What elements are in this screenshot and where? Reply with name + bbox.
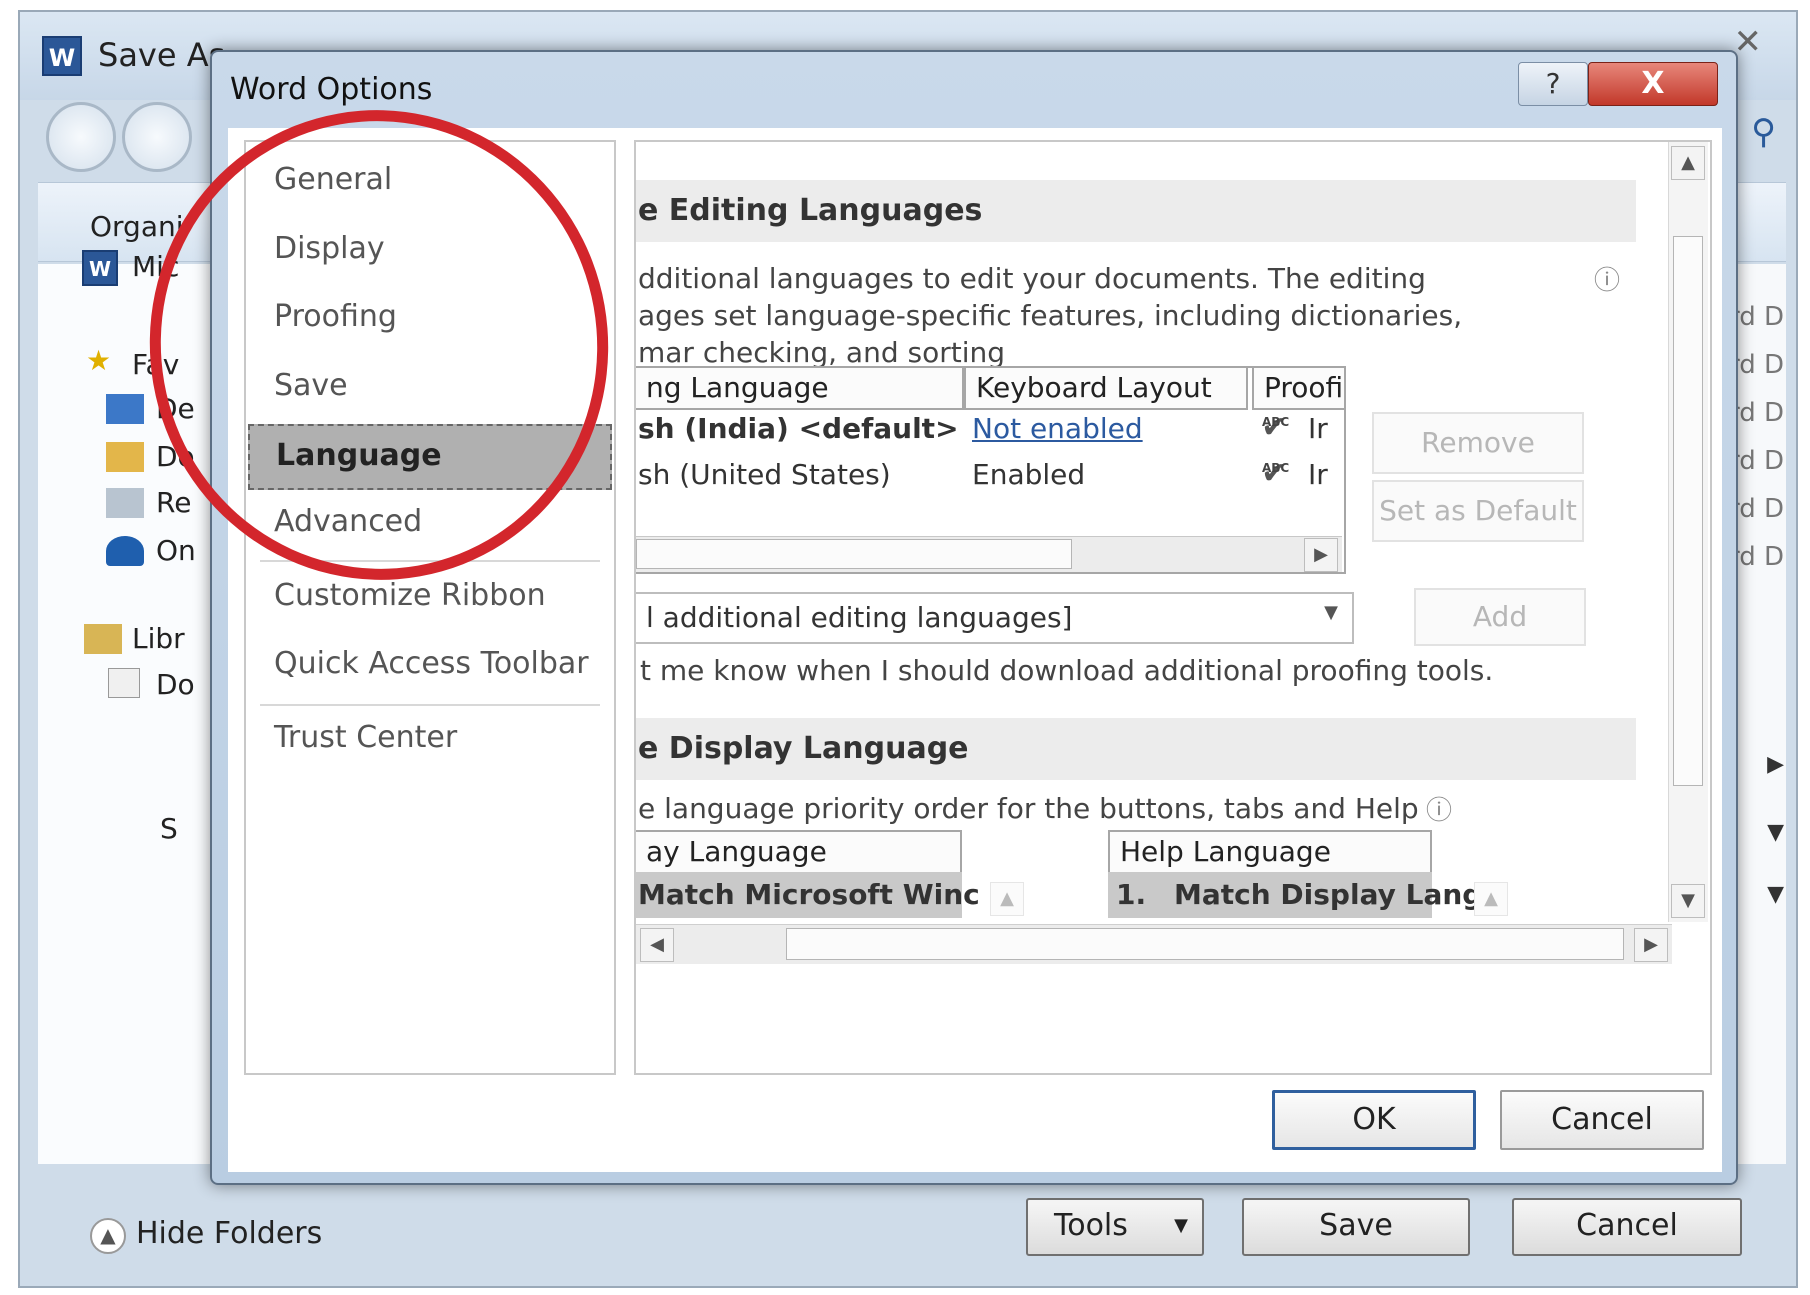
display-language-heading: e Display Language xyxy=(636,718,1636,780)
dialog-body: General Display Proofing Save Language A… xyxy=(228,128,1722,1172)
panel-horizontal-scrollbar[interactable]: ◀ ▶ xyxy=(636,924,1672,964)
set-as-default-button[interactable]: Set as Default xyxy=(1372,480,1584,542)
row-keyboard: Enabled xyxy=(972,458,1086,491)
desktop-icon xyxy=(106,394,144,424)
list-item[interactable]: Match Microsoft Winc xyxy=(636,872,980,918)
tools-label: Tools xyxy=(1054,1208,1128,1243)
chevron-down-icon: ▼ xyxy=(1174,1215,1188,1236)
nav-display[interactable]: Display xyxy=(274,231,385,266)
nav-proofing[interactable]: Proofing xyxy=(274,299,397,334)
libraries-icon xyxy=(84,624,122,654)
nav-divider xyxy=(260,560,600,562)
nav-trust-center[interactable]: Trust Center xyxy=(274,720,457,755)
scroll-right-icon[interactable]: ▶ xyxy=(1304,538,1338,572)
info-icon[interactable]: ⓘ xyxy=(1594,260,1620,297)
nav-language[interactable]: Language xyxy=(248,424,612,490)
back-forward-buttons[interactable] xyxy=(46,102,206,182)
scroll-left-icon[interactable]: ◀ xyxy=(640,928,674,962)
editing-description-line: ages set language-specific features, inc… xyxy=(638,299,1463,332)
column-header-help-language: Help Language xyxy=(1108,830,1432,874)
ok-button[interactable]: OK xyxy=(1272,1090,1476,1150)
nav-quick-access-toolbar[interactable]: Quick Access Toolbar xyxy=(274,646,589,681)
scroll-down-icon[interactable]: ▼ xyxy=(1671,884,1705,918)
hide-folders-button[interactable]: Hide Folders xyxy=(136,1216,322,1251)
onedrive-icon xyxy=(106,536,144,566)
options-navigation: General Display Proofing Save Language A… xyxy=(244,140,616,1075)
spelling-check-icon: ABC ✔ xyxy=(1261,456,1290,491)
row-language: sh (United States) xyxy=(638,458,891,491)
editing-description-line: mar checking, and sorting xyxy=(638,336,1006,369)
back-button[interactable] xyxy=(46,102,116,172)
close-button[interactable]: X xyxy=(1588,62,1718,106)
spelling-check-icon: ABC ✔ xyxy=(1261,410,1290,445)
nav-save[interactable]: Save xyxy=(274,368,348,403)
row-language: sh (India) <default> xyxy=(638,412,959,445)
horizontal-scrollbar[interactable]: ▶ xyxy=(636,536,1342,572)
nav-general[interactable]: General xyxy=(274,162,392,197)
nav-item-favorites[interactable]: Fav xyxy=(132,348,179,381)
nav-advanced[interactable]: Advanced xyxy=(274,504,422,539)
nav-item-documents[interactable]: Do xyxy=(156,668,195,701)
add-language-dropdown[interactable]: l additional editing languages] ▼ xyxy=(636,592,1354,644)
star-icon: ★ xyxy=(86,344,112,377)
panel-vertical-scrollbar[interactable]: ▲ ▼ xyxy=(1668,142,1708,922)
remove-button[interactable]: Remove xyxy=(1372,412,1584,474)
word-options-dialog: Word Options ? X General Display Proofin… xyxy=(210,50,1738,1185)
nav-customize-ribbon[interactable]: Customize Ribbon xyxy=(274,578,546,613)
scrollbar-thumb[interactable] xyxy=(636,539,1072,569)
chevron-down-icon: ▼ xyxy=(1324,602,1338,623)
column-header-language[interactable]: ng Language xyxy=(636,366,964,410)
nav-item-downloads[interactable]: Do xyxy=(156,440,195,473)
recent-places-icon xyxy=(106,488,144,518)
scrollbar-thumb[interactable] xyxy=(786,928,1624,960)
list-item[interactable]: 1. Match Display Langu xyxy=(1108,872,1502,918)
display-description: e language priority order for the button… xyxy=(638,792,1419,825)
scrollbar-thumb[interactable] xyxy=(1673,236,1703,786)
info-icon[interactable]: ⓘ xyxy=(1426,790,1452,827)
word-app-icon: W xyxy=(42,36,82,76)
chevron-up-icon[interactable]: ▲ xyxy=(90,1218,126,1254)
dropdown-arrow-icon[interactable]: ▼ xyxy=(1767,882,1784,907)
word-doc-icon: W xyxy=(82,250,118,286)
tools-button[interactable]: Tools ▼ xyxy=(1026,1198,1204,1256)
file-name-label: S xyxy=(160,812,178,845)
cancel-button[interactable]: Cancel xyxy=(1512,1198,1742,1256)
help-language-item: Match Display Langu xyxy=(1174,878,1503,911)
documents-icon xyxy=(108,668,140,698)
column-header-display-language: ay Language xyxy=(636,830,962,874)
downloads-icon xyxy=(106,442,144,472)
nav-item-libraries[interactable]: Libr xyxy=(132,622,185,655)
help-language-number: 1. xyxy=(1116,878,1147,911)
nav-item-recent[interactable]: Re xyxy=(156,486,191,519)
nav-item-microsoft-word[interactable]: Mic xyxy=(132,250,179,283)
save-as-title: Save As xyxy=(98,36,226,74)
save-button[interactable]: Save xyxy=(1242,1198,1470,1256)
editing-description-line: dditional languages to edit your documen… xyxy=(638,262,1426,295)
enable-keyboard-link[interactable]: Not enabled xyxy=(972,412,1143,445)
nav-divider xyxy=(260,704,600,706)
cancel-button[interactable]: Cancel xyxy=(1500,1090,1704,1150)
move-up-icon[interactable]: ▲ xyxy=(1474,882,1508,916)
display-language-item: Match Microsoft Winc xyxy=(638,878,980,911)
row-proofing: Ir xyxy=(1308,458,1328,491)
dialog-title: Word Options xyxy=(230,72,433,107)
forward-button[interactable] xyxy=(122,102,192,172)
add-button[interactable]: Add xyxy=(1414,588,1586,646)
nav-item-onedrive[interactable]: On xyxy=(156,534,196,567)
dropdown-arrow-icon[interactable]: ▼ xyxy=(1767,820,1784,845)
language-options-panel: e Editing Languages dditional languages … xyxy=(634,140,1712,1075)
notify-proofing-checkbox-label[interactable]: t me know when I should download additio… xyxy=(640,654,1493,687)
help-button[interactable]: ? xyxy=(1518,62,1588,106)
scroll-right-icon[interactable]: ▶ xyxy=(1634,928,1668,962)
row-proofing: Ir xyxy=(1308,412,1328,445)
dropdown-value: l additional editing languages] xyxy=(646,601,1073,634)
move-up-icon[interactable]: ▲ xyxy=(990,882,1024,916)
nav-item-desktop[interactable]: De xyxy=(156,392,195,425)
scroll-right-icon[interactable]: ▶ xyxy=(1767,752,1784,777)
organize-button[interactable]: Organi xyxy=(90,210,184,243)
scroll-up-icon[interactable]: ▲ xyxy=(1671,146,1705,180)
search-icon[interactable]: ⚲ xyxy=(1751,112,1776,152)
column-header-keyboard[interactable]: Keyboard Layout xyxy=(964,366,1248,410)
editing-languages-heading: e Editing Languages xyxy=(636,180,1636,242)
